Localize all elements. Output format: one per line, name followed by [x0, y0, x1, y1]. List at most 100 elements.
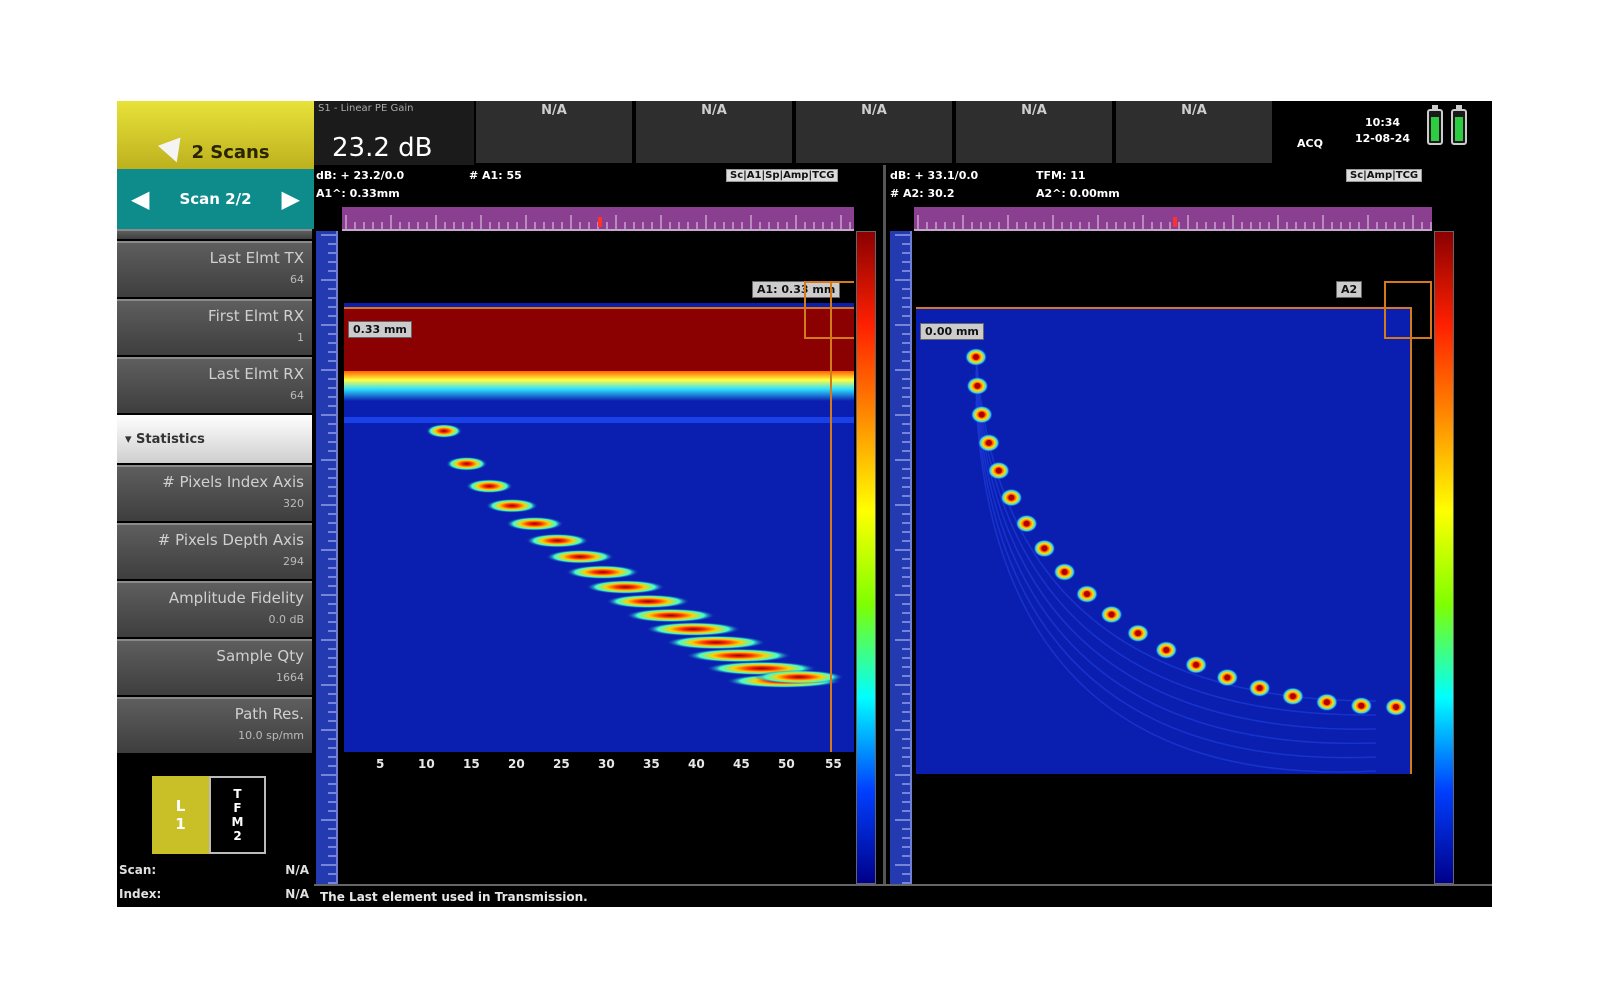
echo-blob — [486, 498, 538, 513]
point-echo-core — [1193, 661, 1200, 668]
right-gate-marker[interactable] — [1384, 281, 1432, 339]
stat-amplitude-fidelity[interactable]: Amplitude Fidelity 0.0 dB — [117, 581, 312, 637]
group-1-line: L — [175, 797, 186, 815]
probe-icon — [158, 137, 189, 167]
param-item-partial[interactable] — [117, 229, 312, 239]
param-value: 1 — [297, 331, 304, 344]
point-echo-core — [1041, 545, 1048, 552]
x-tick-label: 55 — [825, 757, 842, 771]
left-gate-marker[interactable] — [804, 281, 854, 339]
param-first-elmt-rx[interactable]: First Elmt RX 1 — [117, 299, 312, 355]
top-field-2[interactable]: N/A — [636, 101, 794, 163]
left-index-cursor[interactable] — [830, 281, 832, 752]
x-tick-label: 25 — [553, 757, 570, 771]
left-scan-view: dB: + 23.2/0.0 # A1: 55 A1^: 0.33mm Sc|A… — [314, 165, 879, 884]
clock: 10:34 12-08-24 — [1355, 115, 1410, 147]
group-2-button[interactable]: T F M 2 — [209, 776, 266, 854]
point-echo-core — [1108, 611, 1115, 618]
right-scan-image[interactable]: 0.00 mm A2 — [916, 231, 1432, 884]
scans-button[interactable]: 2 Scans — [117, 101, 314, 169]
point-echo-core — [985, 439, 992, 446]
left-scan-image[interactable]: 0.33 mm A1: 0.33 mm — [344, 231, 854, 752]
right-scan-image-canvas — [916, 231, 1432, 884]
point-echo-core — [1163, 647, 1170, 654]
top-field-4[interactable]: N/A — [956, 101, 1114, 163]
echo-blob — [426, 424, 462, 438]
right-view-a2: # A2: 30.2 — [890, 187, 955, 200]
left-color-palette[interactable] — [856, 231, 876, 884]
stat-pixels-index-axis[interactable]: # Pixels Index Axis 320 — [117, 465, 312, 521]
battery-1-icon — [1427, 105, 1443, 145]
ruler-position-marker — [1173, 217, 1177, 227]
x-tick-label: 10 — [418, 757, 435, 771]
next-scan-arrow-icon[interactable]: ▶ — [282, 185, 300, 213]
right-view-readout-tags[interactable]: Sc|Amp|TCG — [1346, 169, 1423, 182]
stat-value: 10.0 sp/mm — [238, 729, 304, 742]
stat-label: # Pixels Depth Axis — [157, 531, 304, 549]
group-2-line: F — [233, 801, 242, 815]
left-x-axis: 5 10 15 20 25 30 35 40 45 50 55 — [344, 757, 854, 777]
gain-field[interactable]: S1 - Linear PE Gain 23.2 dB — [314, 101, 474, 165]
echo-blob — [606, 594, 690, 609]
x-tick-label: 30 — [598, 757, 615, 771]
point-echo-core — [1358, 702, 1365, 709]
right-top-ruler[interactable] — [914, 207, 1432, 231]
param-label: First Elmt RX — [208, 307, 304, 325]
left-top-ruler[interactable] — [342, 207, 854, 231]
right-gate-tag[interactable]: A2 — [1336, 281, 1363, 298]
left-view-readout-tags[interactable]: Sc|A1|Sp|Amp|TCG — [726, 169, 839, 182]
param-last-elmt-tx[interactable]: Last Elmt TX 64 — [117, 241, 312, 297]
right-top-ruler-ticks — [917, 215, 1432, 229]
top-field-3[interactable]: N/A — [796, 101, 954, 163]
right-color-palette[interactable] — [1434, 231, 1454, 884]
group-1-button[interactable]: L 1 — [152, 776, 209, 854]
right-index-cursor[interactable] — [1410, 307, 1412, 774]
time-text: 10:34 — [1365, 116, 1401, 129]
point-echo-core — [1083, 591, 1090, 598]
instrument-screen: 2 Scans ◀ Scan 2/2 ▶ Last Elmt TX 64 Fir… — [117, 101, 1492, 907]
left-side-ruler-ticks — [321, 234, 336, 884]
top-field-5[interactable]: N/A — [1116, 101, 1274, 163]
point-echo-core — [1135, 630, 1142, 637]
x-tick-label: 20 — [508, 757, 525, 771]
echo-blob — [546, 549, 614, 564]
right-side-ruler[interactable] — [890, 231, 912, 884]
right-side-ruler-ticks — [895, 234, 910, 884]
point-echo-core — [973, 354, 979, 360]
param-last-elmt-rx[interactable]: Last Elmt RX 64 — [117, 357, 312, 413]
battery-2-icon — [1451, 105, 1467, 145]
x-tick-label: 5 — [376, 757, 385, 771]
point-echo-core — [1289, 693, 1296, 700]
group-2-line: M — [231, 815, 244, 829]
status-bar: The Last element used in Transmission. — [314, 884, 1492, 907]
stat-sample-qty[interactable]: Sample Qty 1664 — [117, 639, 312, 695]
left-interface-echo — [344, 371, 854, 401]
param-value: 64 — [290, 389, 304, 402]
point-echo-core — [1023, 520, 1030, 527]
statistics-section-header[interactable]: ▾ Statistics — [117, 415, 312, 463]
left-side-ruler[interactable] — [316, 231, 338, 884]
stat-value: 320 — [283, 497, 304, 510]
ruler-position-marker — [598, 217, 602, 227]
left-depth-cursor[interactable] — [344, 307, 854, 309]
scan-readout: Scan: N/A — [119, 863, 309, 877]
scan-nav-label: Scan 2/2 — [179, 190, 252, 208]
group-2-line: 2 — [233, 829, 242, 843]
point-echo-core — [1008, 494, 1015, 501]
readout-label: Index: — [119, 887, 162, 901]
point-echo-core — [995, 467, 1002, 474]
scans-button-label: 2 Scans — [191, 142, 270, 163]
right-depth-cursor[interactable] — [916, 307, 1412, 309]
left-depth-chip: 0.33 mm — [348, 321, 412, 338]
echo-blob — [686, 648, 792, 663]
stat-pixels-depth-axis[interactable]: # Pixels Depth Axis 294 — [117, 523, 312, 579]
stat-value: 1664 — [276, 671, 304, 684]
right-depth-chip: 0.00 mm — [920, 323, 984, 340]
echo-blob — [586, 580, 665, 595]
readout-label: Scan: — [119, 863, 157, 877]
echo-blob — [466, 479, 513, 494]
top-field-1[interactable]: N/A — [476, 101, 634, 163]
previous-scan-arrow-icon[interactable]: ◀ — [131, 185, 149, 213]
stat-path-res[interactable]: Path Res. 10.0 sp/mm — [117, 697, 312, 753]
echo-blob — [526, 533, 589, 548]
